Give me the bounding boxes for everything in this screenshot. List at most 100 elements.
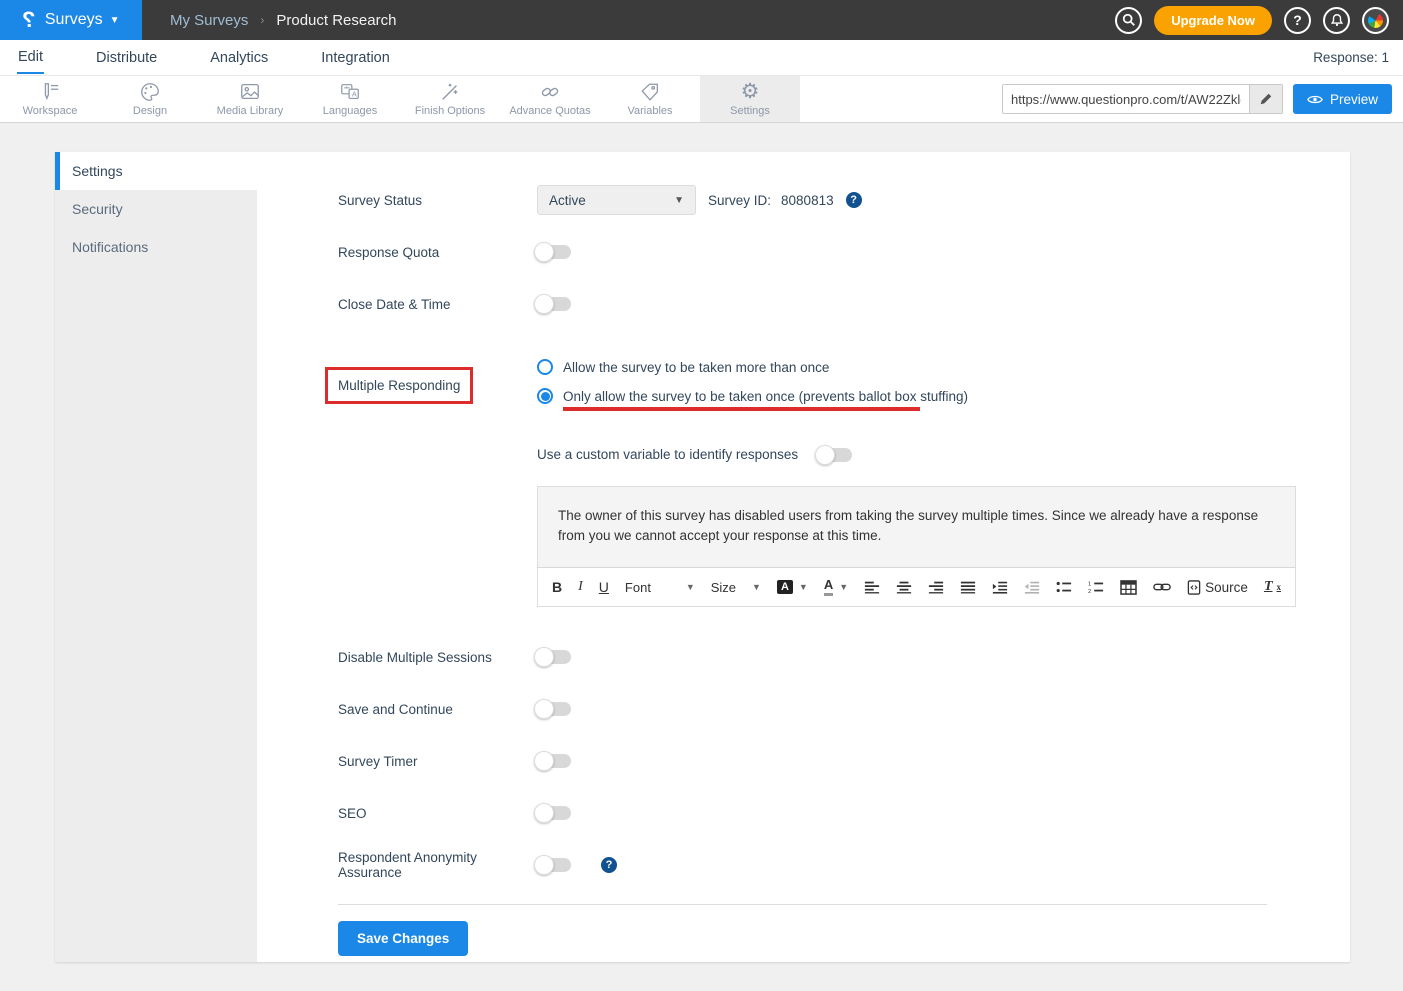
- settings-sidebar: Settings Security Notifications: [55, 152, 257, 962]
- search-icon: [1122, 13, 1136, 27]
- message-editor-text[interactable]: The owner of this survey has disabled us…: [538, 487, 1295, 567]
- tab-edit[interactable]: Edit: [17, 41, 44, 74]
- align-left-icon: [864, 580, 880, 594]
- svg-text:1: 1: [1088, 582, 1091, 588]
- numbered-list-button[interactable]: 12: [1088, 580, 1104, 594]
- bell-icon: [1330, 13, 1344, 27]
- chevron-down-icon: ▼: [799, 582, 808, 592]
- indent-button[interactable]: [992, 580, 1008, 594]
- bullet-list-icon: [1056, 580, 1072, 594]
- sidebar-item-notifications[interactable]: Notifications: [55, 228, 257, 266]
- tool-settings[interactable]: ⚙ Settings: [700, 76, 800, 122]
- radio-unselected-icon[interactable]: [537, 359, 553, 375]
- tool-languages[interactable]: A Languages: [300, 76, 400, 122]
- align-right-button[interactable]: [928, 580, 944, 594]
- disable-sessions-row: Disable Multiple Sessions: [338, 642, 1350, 672]
- sidebar-item-settings[interactable]: Settings: [55, 152, 257, 190]
- section-nav: Edit Distribute Analytics Integration Re…: [0, 40, 1403, 76]
- radio-option-once[interactable]: Only allow the survey to be taken once (…: [537, 388, 968, 404]
- disable-sessions-toggle[interactable]: [537, 650, 571, 664]
- preview-button[interactable]: Preview: [1293, 84, 1392, 114]
- insert-link-button[interactable]: [1153, 582, 1171, 592]
- seo-row: SEO: [338, 798, 1350, 828]
- numbered-list-icon: 12: [1088, 580, 1104, 594]
- response-count[interactable]: Response: 1: [1313, 50, 1389, 65]
- save-changes-button[interactable]: Save Changes: [338, 921, 468, 956]
- bold-button[interactable]: B: [552, 579, 562, 595]
- sidebar-item-security[interactable]: Security: [55, 190, 257, 228]
- gear-icon: ⚙: [741, 81, 760, 103]
- questionpro-logo-icon: ?: [22, 9, 35, 31]
- response-quota-label: Response Quota: [338, 245, 537, 260]
- size-dropdown[interactable]: Size▼: [711, 580, 761, 595]
- underline-button[interactable]: U: [599, 579, 609, 595]
- tool-advance-quotas[interactable]: Advance Quotas: [500, 76, 600, 122]
- tool-design[interactable]: Design: [100, 76, 200, 122]
- upgrade-now-button[interactable]: Upgrade Now: [1154, 6, 1272, 35]
- custom-variable-toggle[interactable]: [818, 448, 852, 462]
- radio-selected-icon[interactable]: [537, 388, 553, 404]
- chevron-down-icon: ▼: [839, 582, 848, 592]
- tool-finish-options[interactable]: Finish Options: [400, 76, 500, 122]
- user-avatar[interactable]: [1362, 7, 1389, 34]
- disable-sessions-label: Disable Multiple Sessions: [338, 650, 537, 665]
- edit-url-button[interactable]: [1249, 85, 1282, 113]
- tool-variables[interactable]: Variables: [600, 76, 700, 122]
- custom-variable-label: Use a custom variable to identify respon…: [537, 447, 798, 462]
- tab-distribute[interactable]: Distribute: [95, 42, 158, 73]
- bg-color-button[interactable]: A▼: [777, 580, 808, 594]
- align-center-button[interactable]: [896, 580, 912, 594]
- response-quota-toggle[interactable]: [537, 245, 571, 259]
- edit-toolbar: Workspace Design Media Library A Languag…: [0, 76, 1403, 123]
- align-left-button[interactable]: [864, 580, 880, 594]
- outdent-button[interactable]: [1024, 580, 1040, 594]
- translate-icon: A: [339, 81, 361, 103]
- chain-link-icon: [539, 81, 561, 103]
- save-continue-toggle[interactable]: [537, 702, 571, 716]
- radio-option-multiple[interactable]: Allow the survey to be taken more than o…: [537, 359, 968, 375]
- close-date-toggle[interactable]: [537, 297, 571, 311]
- divider: [338, 904, 1267, 905]
- magic-wand-icon: [439, 81, 461, 103]
- source-button[interactable]: Source: [1187, 580, 1248, 595]
- insert-table-button[interactable]: [1120, 580, 1137, 595]
- font-dropdown[interactable]: Font▼: [625, 580, 695, 595]
- link-icon: [1153, 582, 1171, 592]
- remove-format-button[interactable]: Tx: [1264, 579, 1281, 595]
- survey-id-help-icon[interactable]: ?: [846, 192, 862, 208]
- anonymity-toggle[interactable]: [537, 858, 571, 872]
- justify-icon: [960, 580, 976, 594]
- product-name: Surveys: [45, 11, 103, 29]
- italic-button[interactable]: I: [578, 579, 583, 595]
- notifications-button[interactable]: [1323, 7, 1350, 34]
- question-mark-icon: ?: [1293, 12, 1302, 28]
- custom-variable-row: Use a custom variable to identify respon…: [537, 447, 1350, 462]
- seo-toggle[interactable]: [537, 806, 571, 820]
- text-color-button[interactable]: A▼: [824, 578, 848, 595]
- rich-text-toolbar: B I U Font▼ Size▼ A▼ A▼ 12 Source Tx: [538, 567, 1295, 606]
- survey-url-input[interactable]: [1003, 85, 1249, 113]
- help-button[interactable]: ?: [1284, 7, 1311, 34]
- breadcrumb-my-surveys[interactable]: My Surveys: [170, 12, 248, 29]
- tool-media-library[interactable]: Media Library: [200, 76, 300, 122]
- settings-content: Survey Status Active ▼ Survey ID: 808081…: [257, 152, 1350, 962]
- tab-integration[interactable]: Integration: [320, 42, 391, 73]
- tool-workspace[interactable]: Workspace: [0, 76, 100, 122]
- breadcrumb-separator-icon: ›: [260, 13, 264, 27]
- breadcrumb-current-survey: Product Research: [276, 12, 396, 29]
- justify-button[interactable]: [960, 580, 976, 594]
- survey-status-select[interactable]: Active ▼: [537, 185, 696, 215]
- anonymity-help-icon[interactable]: ?: [601, 857, 617, 873]
- survey-timer-toggle[interactable]: [537, 754, 571, 768]
- chevron-down-icon: ▼: [110, 15, 120, 26]
- bullet-list-button[interactable]: [1056, 580, 1072, 594]
- seo-label: SEO: [338, 806, 537, 821]
- chevron-down-icon: ▼: [674, 195, 684, 206]
- outdent-icon: [1024, 580, 1040, 594]
- survey-timer-label: Survey Timer: [338, 754, 537, 769]
- app-logo-menu[interactable]: ? Surveys ▼: [0, 0, 142, 40]
- survey-status-row: Survey Status Active ▼ Survey ID: 808081…: [338, 185, 1350, 215]
- search-button[interactable]: [1115, 7, 1142, 34]
- table-icon: [1120, 580, 1137, 595]
- tab-analytics[interactable]: Analytics: [209, 42, 269, 73]
